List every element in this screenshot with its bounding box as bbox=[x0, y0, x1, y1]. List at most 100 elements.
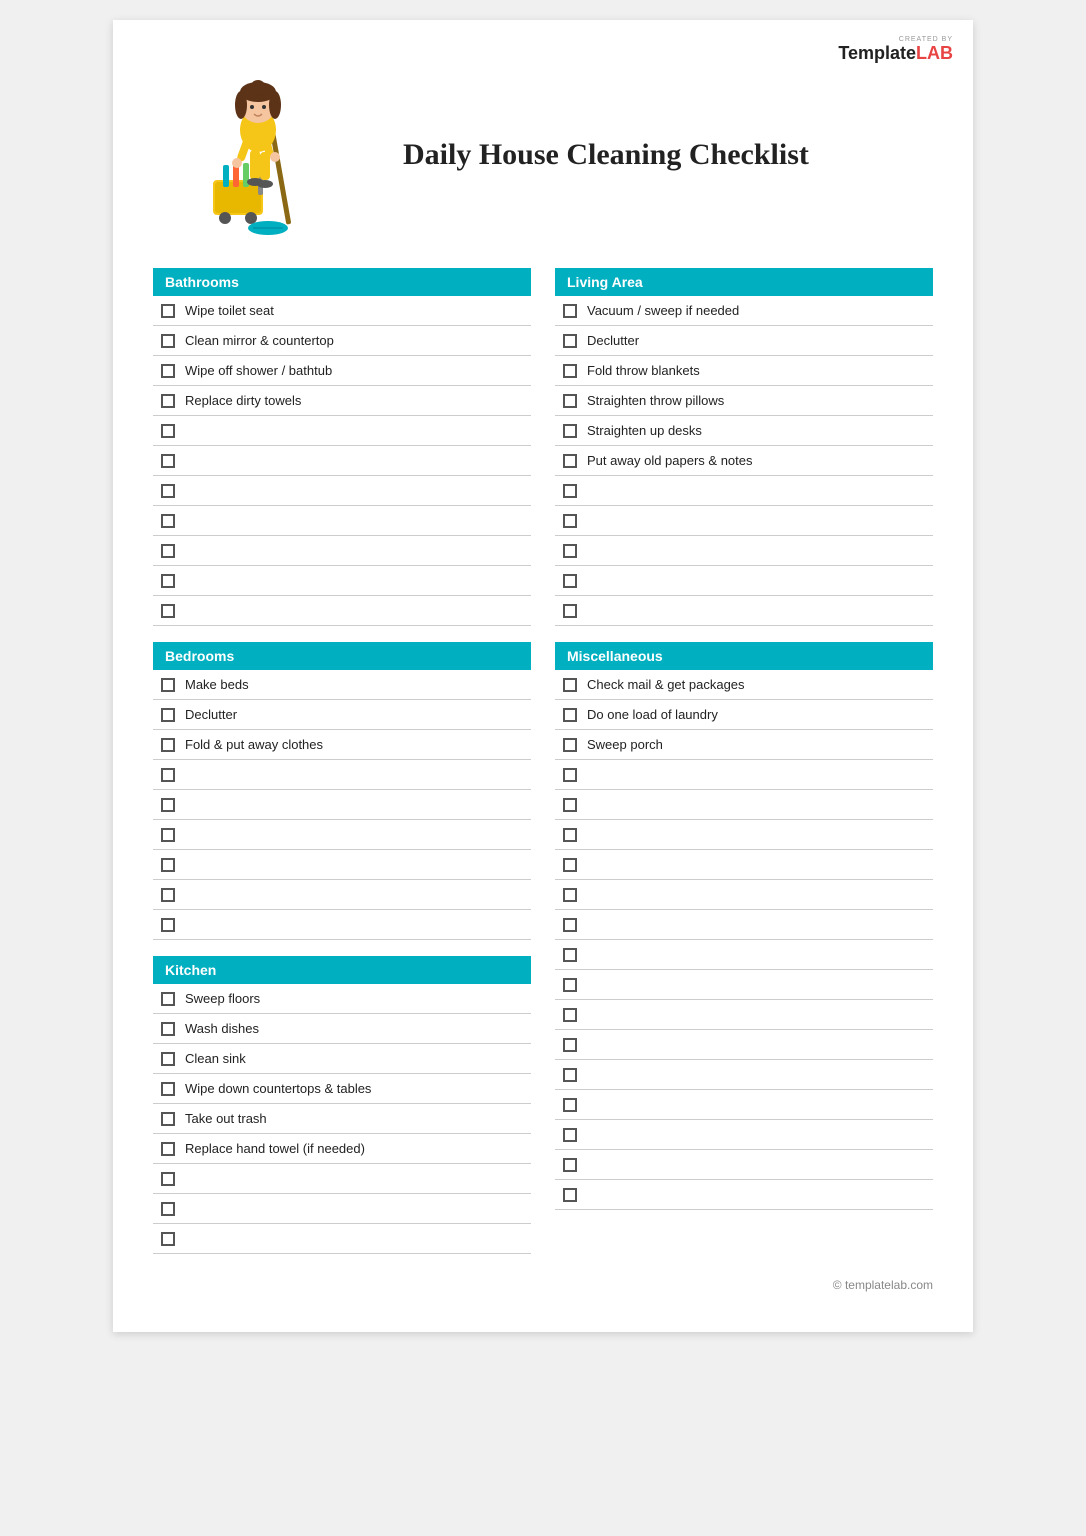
checkbox[interactable] bbox=[563, 1038, 577, 1052]
checkbox[interactable] bbox=[161, 1172, 175, 1186]
logo-text: TemplateLAB bbox=[838, 43, 953, 63]
checklist-item: Check mail & get packages bbox=[555, 670, 933, 700]
checkbox[interactable] bbox=[161, 1052, 175, 1066]
checkbox[interactable] bbox=[563, 1128, 577, 1142]
checkbox[interactable] bbox=[563, 888, 577, 902]
checklist-item bbox=[555, 760, 933, 790]
checkbox[interactable] bbox=[563, 574, 577, 588]
checkbox[interactable] bbox=[161, 334, 175, 348]
checklist-item bbox=[555, 1060, 933, 1090]
checkbox[interactable] bbox=[563, 604, 577, 618]
checkbox[interactable] bbox=[563, 424, 577, 438]
checkbox[interactable] bbox=[161, 738, 175, 752]
checkbox[interactable] bbox=[563, 708, 577, 722]
checkbox[interactable] bbox=[563, 364, 577, 378]
checkbox[interactable] bbox=[563, 948, 577, 962]
checkbox[interactable] bbox=[161, 888, 175, 902]
checkbox[interactable] bbox=[161, 394, 175, 408]
checklist-item bbox=[555, 1000, 933, 1030]
checklist-item: Clean mirror & countertop bbox=[153, 326, 531, 356]
page-title: Daily House Cleaning Checklist bbox=[403, 138, 809, 172]
item-text: Replace dirty towels bbox=[185, 393, 301, 408]
page: CREATED BY TemplateLAB bbox=[113, 20, 973, 1332]
checklist-grid: Bathrooms Wipe toilet seat Clean mirror … bbox=[153, 268, 933, 1254]
checklist-item bbox=[555, 1090, 933, 1120]
section-bedrooms: Bedrooms Make beds Declutter Fold & put … bbox=[153, 642, 531, 940]
checkbox[interactable] bbox=[161, 304, 175, 318]
checkbox[interactable] bbox=[563, 484, 577, 498]
checkbox[interactable] bbox=[161, 1112, 175, 1126]
checkbox[interactable] bbox=[563, 544, 577, 558]
checkbox[interactable] bbox=[161, 678, 175, 692]
item-text: Declutter bbox=[185, 707, 237, 722]
checkbox[interactable] bbox=[563, 918, 577, 932]
checkbox[interactable] bbox=[161, 364, 175, 378]
checklist-item bbox=[555, 1180, 933, 1210]
checkbox[interactable] bbox=[563, 858, 577, 872]
checkbox[interactable] bbox=[161, 828, 175, 842]
checkbox[interactable] bbox=[563, 1158, 577, 1172]
checklist-item: Replace dirty towels bbox=[153, 386, 531, 416]
logo-area: CREATED BY TemplateLAB bbox=[838, 36, 953, 64]
checklist-item bbox=[153, 1224, 531, 1254]
checkbox[interactable] bbox=[563, 454, 577, 468]
checklist-item: Wipe off shower / bathtub bbox=[153, 356, 531, 386]
checkbox[interactable] bbox=[161, 768, 175, 782]
item-text: Straighten throw pillows bbox=[587, 393, 724, 408]
checkbox[interactable] bbox=[563, 978, 577, 992]
checklist-item: Fold & put away clothes bbox=[153, 730, 531, 760]
checklist-item bbox=[555, 910, 933, 940]
checkbox[interactable] bbox=[161, 544, 175, 558]
checkbox[interactable] bbox=[563, 514, 577, 528]
checkbox[interactable] bbox=[563, 1068, 577, 1082]
footer: © templatelab.com bbox=[153, 1278, 933, 1292]
checkbox[interactable] bbox=[161, 424, 175, 438]
checkbox[interactable] bbox=[161, 454, 175, 468]
section-header-miscellaneous: Miscellaneous bbox=[555, 642, 933, 670]
checkbox[interactable] bbox=[161, 918, 175, 932]
checkbox[interactable] bbox=[563, 828, 577, 842]
checkbox[interactable] bbox=[563, 738, 577, 752]
checkbox[interactable] bbox=[161, 604, 175, 618]
checkbox[interactable] bbox=[563, 334, 577, 348]
checkbox[interactable] bbox=[161, 1142, 175, 1156]
checkbox[interactable] bbox=[161, 1232, 175, 1246]
item-text: Replace hand towel (if needed) bbox=[185, 1141, 365, 1156]
checkbox[interactable] bbox=[161, 574, 175, 588]
checkbox[interactable] bbox=[161, 708, 175, 722]
checkbox[interactable] bbox=[161, 798, 175, 812]
checkbox[interactable] bbox=[161, 514, 175, 528]
checkbox[interactable] bbox=[563, 798, 577, 812]
item-text: Clean mirror & countertop bbox=[185, 333, 334, 348]
checkbox[interactable] bbox=[563, 304, 577, 318]
checkbox[interactable] bbox=[161, 1082, 175, 1096]
checkbox[interactable] bbox=[563, 394, 577, 408]
checkbox[interactable] bbox=[161, 484, 175, 498]
item-text: Fold & put away clothes bbox=[185, 737, 323, 752]
checkbox[interactable] bbox=[563, 1188, 577, 1202]
checkbox[interactable] bbox=[161, 1202, 175, 1216]
checkbox[interactable] bbox=[563, 678, 577, 692]
checklist-item bbox=[153, 820, 531, 850]
checklist-item bbox=[153, 416, 531, 446]
checklist-item bbox=[153, 850, 531, 880]
checklist-item: Sweep porch bbox=[555, 730, 933, 760]
checklist-item bbox=[555, 880, 933, 910]
item-text: Put away old papers & notes bbox=[587, 453, 753, 468]
checklist-item: Wipe down countertops & tables bbox=[153, 1074, 531, 1104]
item-text: Straighten up desks bbox=[587, 423, 702, 438]
checkbox[interactable] bbox=[563, 768, 577, 782]
checklist-item bbox=[153, 566, 531, 596]
checkbox[interactable] bbox=[563, 1008, 577, 1022]
checkbox[interactable] bbox=[161, 1022, 175, 1036]
checkbox[interactable] bbox=[161, 992, 175, 1006]
checklist-item: Clean sink bbox=[153, 1044, 531, 1074]
checkbox[interactable] bbox=[161, 858, 175, 872]
checklist-item bbox=[153, 596, 531, 626]
logo-created-text: CREATED BY bbox=[838, 36, 953, 43]
checklist-item bbox=[153, 536, 531, 566]
checkbox[interactable] bbox=[563, 1098, 577, 1112]
item-text: Check mail & get packages bbox=[587, 677, 745, 692]
checklist-item: Straighten throw pillows bbox=[555, 386, 933, 416]
item-text: Fold throw blankets bbox=[587, 363, 700, 378]
